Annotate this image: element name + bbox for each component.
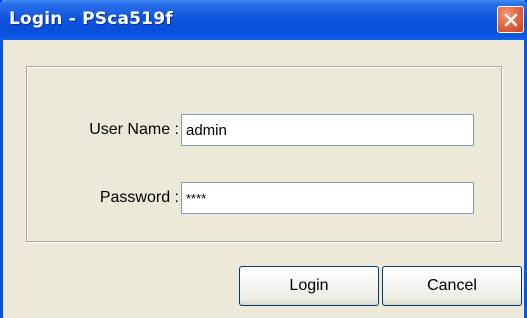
password-label: Password :	[99, 189, 179, 206]
username-field[interactable]	[181, 114, 474, 146]
close-button[interactable]	[497, 6, 524, 33]
window-title: Login - PSca519f	[9, 9, 173, 29]
password-field[interactable]	[181, 182, 474, 214]
username-label: User Name :	[89, 121, 179, 138]
credentials-group	[26, 66, 502, 242]
cancel-button[interactable]: Cancel	[382, 266, 522, 306]
login-dialog: Login - PSca519f User Name : Password : …	[0, 0, 527, 318]
title-bar[interactable]: Login - PSca519f	[0, 0, 527, 40]
login-button[interactable]: Login	[239, 266, 379, 306]
